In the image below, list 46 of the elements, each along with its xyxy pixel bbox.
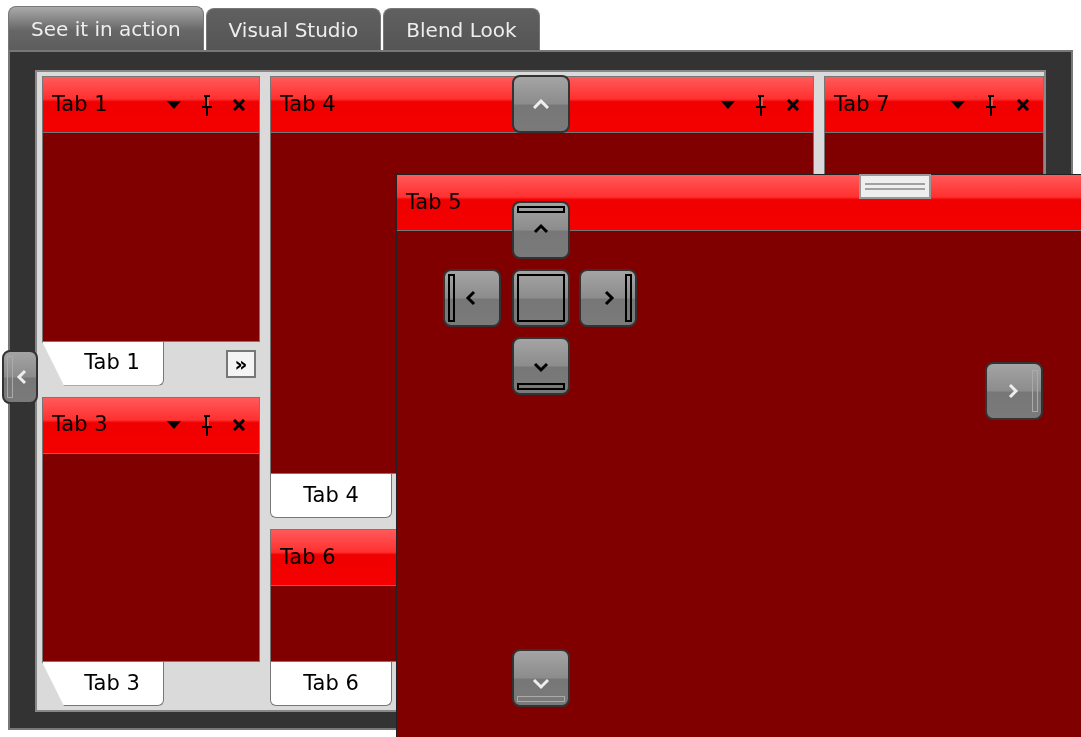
resize-grip[interactable] bbox=[859, 174, 931, 199]
dock-guide-button[interactable] bbox=[512, 269, 570, 327]
dock-guide-button[interactable] bbox=[512, 201, 570, 259]
pin-icon[interactable] bbox=[755, 93, 767, 116]
chevron-up-icon bbox=[533, 99, 549, 109]
dock-guide-button[interactable] bbox=[512, 649, 570, 707]
dropdown-icon[interactable] bbox=[167, 421, 181, 429]
close-icon[interactable] bbox=[787, 98, 799, 111]
dock-right-icon bbox=[604, 274, 632, 322]
chevron-down-icon bbox=[517, 678, 565, 702]
pane-title: Tab 7 bbox=[834, 90, 890, 118]
tab[interactable]: Tab 4 bbox=[270, 474, 392, 518]
tab[interactable]: See it in action bbox=[8, 6, 204, 50]
pin-icon[interactable] bbox=[201, 414, 213, 436]
pin-icon[interactable] bbox=[201, 93, 213, 116]
dropdown-icon[interactable] bbox=[167, 100, 181, 109]
tab[interactable]: Visual Studio bbox=[205, 8, 382, 50]
tab[interactable]: Tab 6 bbox=[270, 662, 392, 706]
dock-guide-button[interactable] bbox=[985, 362, 1043, 420]
dock-guide-button[interactable] bbox=[579, 269, 637, 327]
dock-guide-button[interactable] bbox=[443, 269, 501, 327]
tab[interactable]: Tab 1 bbox=[42, 341, 164, 386]
close-icon[interactable] bbox=[233, 98, 245, 111]
close-icon[interactable] bbox=[1017, 98, 1029, 111]
pin-icon[interactable] bbox=[985, 93, 997, 116]
dock-left-icon bbox=[448, 274, 476, 322]
dock-guide-button[interactable] bbox=[2, 350, 38, 404]
grip-icon bbox=[865, 183, 925, 190]
dropdown-icon[interactable] bbox=[951, 100, 965, 109]
pane-title: Tab 1 bbox=[52, 90, 108, 118]
overflow-button[interactable]: » bbox=[226, 349, 256, 378]
chevron-right-icon bbox=[1008, 370, 1038, 412]
dock-center-icon bbox=[517, 274, 565, 322]
chevron-left-icon bbox=[7, 356, 27, 398]
tab[interactable]: Tab 3 bbox=[42, 662, 164, 706]
dock-bottom-icon bbox=[517, 362, 565, 390]
pane-title: Tab 4 bbox=[280, 90, 336, 118]
dock-guide-button[interactable] bbox=[512, 75, 570, 133]
close-icon[interactable] bbox=[233, 419, 245, 431]
pane-title: Tab 3 bbox=[52, 411, 108, 439]
pane-title: Tab 5 bbox=[406, 188, 462, 216]
dock-guide-button[interactable] bbox=[512, 337, 570, 395]
dock-top-icon bbox=[517, 206, 565, 234]
tab[interactable]: Blend Look bbox=[383, 8, 540, 50]
pane-title: Tab 6 bbox=[280, 543, 336, 571]
dropdown-icon[interactable] bbox=[721, 100, 735, 109]
